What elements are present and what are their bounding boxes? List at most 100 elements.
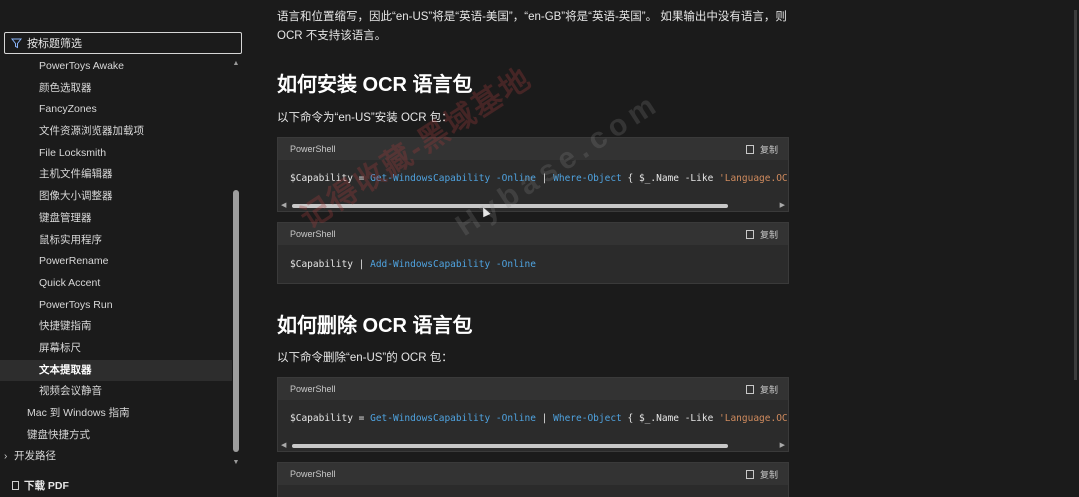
code-token: $Capability: [290, 259, 353, 270]
code-header: PowerShell 复制: [278, 463, 788, 485]
sidebar-item[interactable]: 屏幕标尺: [0, 338, 232, 360]
page-scrollbar[interactable]: [1072, 0, 1079, 497]
intro-paragraph: 语言和位置缩写，因此“en-US”将是“英语-美国”，“en-GB”将是“英语-…: [277, 11, 787, 42]
copy-icon: [745, 144, 754, 154]
sidebar-item-label: Mac 到 Windows 指南: [27, 407, 130, 419]
download-pdf-label: 下载 PDF: [24, 480, 69, 492]
code-token: Get-WindowsCapability: [370, 413, 491, 424]
sidebar-item[interactable]: 鼠标实用程序: [0, 230, 232, 252]
sidebar-item-label: Quick Accent: [39, 276, 101, 289]
remove-intro: 以下命令删除“en-US”的 OCR 包：: [277, 352, 453, 364]
sidebar-item[interactable]: 文件资源浏览器加载项: [0, 121, 232, 143]
copy-button[interactable]: 复制: [745, 228, 778, 241]
code-language: PowerShell: [290, 144, 336, 154]
sidebar-item[interactable]: 颜色选取器: [0, 78, 232, 100]
code-token: -Online: [490, 413, 536, 424]
code-token: 'Language.OCR: [719, 173, 788, 184]
filter-input[interactable]: 按标题筛选: [4, 32, 242, 54]
sidebar-item-label: FancyZones: [39, 103, 97, 116]
copy-button[interactable]: 复制: [745, 143, 778, 156]
sidebar-item[interactable]: 键盘管理器: [0, 208, 232, 230]
sidebar-item-label: 屏幕标尺: [39, 341, 81, 354]
scroll-up-icon[interactable]: ▲: [232, 60, 240, 68]
scroll-down-icon[interactable]: ▼: [232, 459, 240, 467]
sidebar-item[interactable]: PowerToys Run: [0, 295, 232, 317]
code-token: |: [535, 413, 554, 424]
copy-button[interactable]: 复制: [745, 468, 778, 481]
sidebar-item-label: 图像大小调整器: [39, 190, 113, 203]
code-line: $Capability | Add-WindowsCapability -Onl…: [278, 245, 788, 270]
code-token: Add-WindowsCapability: [370, 259, 491, 270]
code-token: |: [352, 259, 371, 270]
code-language: PowerShell: [290, 384, 336, 394]
copy-icon: [745, 229, 754, 239]
sidebar-item[interactable]: 主机文件编辑器: [0, 164, 232, 186]
code-header: PowerShell 复制: [278, 223, 788, 245]
code-header: PowerShell 复制: [278, 378, 788, 400]
sidebar-item[interactable]: File Locksmith: [0, 143, 232, 165]
sidebar-item-label: 颜色选取器: [39, 81, 92, 94]
code-language: PowerShell: [290, 469, 336, 479]
page-scroll-thumb[interactable]: [1074, 10, 1077, 380]
scroll-left-icon[interactable]: ◀: [281, 201, 286, 209]
copy-label: 复制: [759, 384, 778, 395]
pdf-icon: [12, 481, 19, 490]
scroll-left-icon[interactable]: ◀: [281, 441, 286, 449]
sidebar-item-label: 鼠标实用程序: [39, 233, 102, 246]
code-token: Where-Object: [553, 413, 622, 424]
code-token: -Online: [490, 259, 536, 270]
sidebar-item-label: 键盘管理器: [39, 211, 92, 224]
code-block-install-add: PowerShell 复制 $Capability | Add-WindowsC…: [277, 222, 789, 284]
sidebar-item-label: PowerToys Awake: [39, 60, 125, 72]
code-block-remove-cmd: PowerShell 复制: [277, 462, 789, 497]
sidebar-item[interactable]: PowerToys Awake: [0, 56, 232, 78]
sidebar-item-label: 快捷键指南: [39, 320, 92, 333]
code-block-remove-query: PowerShell 复制 $Capability = Get-WindowsC…: [277, 377, 789, 452]
sidebar-item-label: 开发路径: [14, 450, 56, 463]
install-heading: 如何安装 OCR 语言包: [277, 74, 473, 96]
sidebar-item-label: File Locksmith: [39, 146, 107, 159]
sidebar-item[interactable]: 快捷键指南: [0, 316, 232, 338]
code-line: $Capability = Get-WindowsCapability -Onl…: [278, 400, 788, 440]
sidebar-item[interactable]: 文本提取器: [0, 359, 232, 382]
sidebar-item-label: 键盘快捷方式: [27, 428, 90, 441]
remove-heading: 如何删除 OCR 语言包: [277, 315, 473, 337]
toc-list: PowerToys Awake 颜色选取器 FancyZones 文件资源浏览器加载项…: [0, 56, 232, 468]
sidebar-item-label: 文本提取器: [39, 363, 92, 376]
code-scroll-thumb[interactable]: [292, 444, 728, 448]
sidebar-item[interactable]: 视频会议静音: [0, 381, 232, 403]
sidebar-item[interactable]: 图像大小调整器: [0, 186, 232, 208]
copy-label: 复制: [759, 144, 778, 155]
code-token: 'Language.OCR: [719, 413, 788, 424]
code-token: { $_.Name -Like: [621, 413, 720, 424]
sidebar-item-label: PowerRename: [39, 255, 109, 268]
sidebar-item[interactable]: PowerRename: [0, 251, 232, 273]
sidebar-item-label: PowerToys Run: [39, 298, 113, 311]
code-token: { $_.Name -Like: [621, 173, 720, 184]
code-hscrollbar[interactable]: ◀ ▶: [278, 440, 788, 452]
copy-button[interactable]: 复制: [745, 383, 778, 396]
sidebar: 按标题筛选 PowerToys Awake 颜色选取器 FancyZones 文件资源…: [0, 0, 250, 497]
sidebar-item[interactable]: Quick Accent: [0, 273, 232, 295]
scroll-right-icon[interactable]: ▶: [780, 441, 785, 449]
sidebar-item-label: 主机文件编辑器: [39, 168, 113, 181]
copy-icon: [745, 469, 754, 479]
filter-label: 按标题筛选: [27, 38, 82, 50]
sidebar-item-label: 文件资源浏览器加载项: [39, 125, 144, 138]
chevron-right-icon: ›: [4, 451, 8, 463]
code-token: =: [352, 413, 371, 424]
copy-label: 复制: [759, 469, 778, 480]
copy-icon: [745, 384, 754, 394]
filter-icon: [11, 38, 22, 48]
scroll-right-icon[interactable]: ▶: [780, 201, 785, 209]
sidebar-item-label: 视频会议静音: [39, 385, 102, 398]
sidebar-item[interactable]: 键盘快捷方式: [0, 425, 232, 447]
copy-label: 复制: [759, 229, 778, 240]
sidebar-item[interactable]: FancyZones: [0, 99, 232, 121]
sidebar-scrollbar[interactable]: ▲ ▼: [232, 60, 240, 467]
sidebar-item[interactable]: Mac 到 Windows 指南: [0, 403, 232, 425]
sidebar-scroll-thumb[interactable]: [233, 190, 239, 452]
download-pdf-link[interactable]: 下载 PDF: [12, 478, 69, 493]
sidebar-item[interactable]: › 开发路径: [0, 446, 232, 468]
code-token: $Capability: [290, 413, 353, 424]
